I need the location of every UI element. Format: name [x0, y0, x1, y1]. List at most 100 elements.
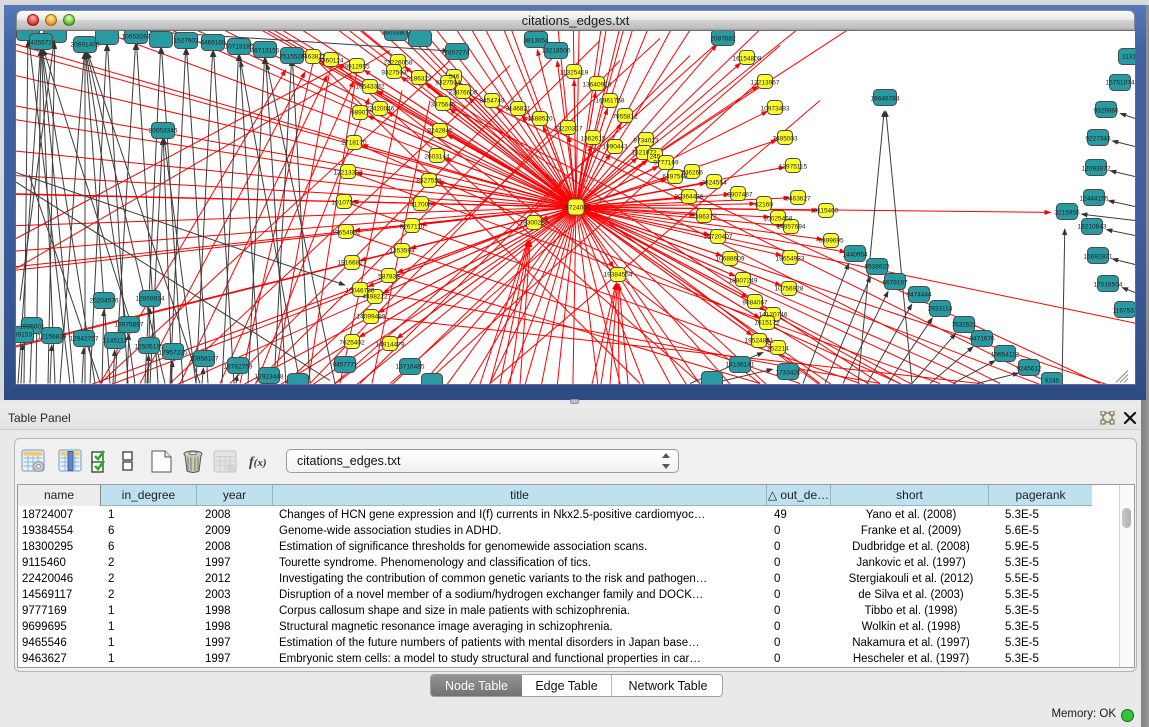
svg-text:6466160: 6466160 [200, 39, 226, 46]
svg-text:16648784: 16648784 [871, 95, 900, 102]
svg-text:9242845: 9242845 [427, 127, 453, 134]
svg-text:8267110: 8267110 [400, 223, 425, 230]
svg-text:9327503: 9327503 [381, 69, 407, 76]
svg-text:10653267: 10653267 [122, 33, 151, 40]
svg-text:7632621: 7632621 [951, 321, 977, 328]
svg-text:15720407: 15720407 [704, 233, 733, 240]
svg-text:12923448: 12923448 [255, 373, 284, 380]
svg-text:19166827: 19166827 [338, 259, 367, 266]
svg-text:f(x): f(x) [249, 455, 267, 470]
svg-text:1353594: 1353594 [389, 247, 415, 254]
svg-text:16210643: 16210643 [1078, 223, 1107, 230]
svg-text:19654952: 19654952 [332, 229, 361, 236]
svg-text:2718170: 2718170 [341, 139, 367, 146]
svg-text:417006: 417006 [410, 201, 432, 208]
svg-text:13640910: 13640910 [583, 81, 612, 88]
svg-text:12093872: 12093872 [1082, 165, 1111, 172]
svg-text:39153: 39153 [16, 331, 32, 338]
svg-text:20204576: 20204576 [90, 297, 119, 304]
svg-text:19975867: 19975867 [115, 321, 144, 328]
svg-text:17957225: 17957225 [159, 349, 188, 356]
svg-text:9245612: 9245612 [1016, 365, 1042, 372]
svg-text:46713155: 46713155 [251, 47, 280, 54]
svg-text:6497568: 6497568 [662, 173, 688, 180]
svg-text:13716485: 13716485 [396, 363, 425, 370]
svg-text:587832: 587832 [378, 273, 400, 280]
svg-text:20364436: 20364436 [675, 193, 704, 200]
svg-text:18807249: 18807249 [729, 277, 758, 284]
svg-text:9227343: 9227343 [1085, 135, 1111, 142]
svg-text:4498222: 4498222 [362, 293, 388, 300]
svg-text:9146821: 9146821 [505, 105, 531, 112]
svg-text:9329966: 9329966 [1093, 107, 1119, 114]
svg-text:10654112: 10654112 [991, 351, 1020, 358]
svg-text:8454749: 8454749 [479, 97, 505, 104]
svg-text:9474444: 9474444 [906, 291, 932, 298]
svg-text:14136141: 14136141 [726, 361, 755, 368]
svg-text:14099489: 14099489 [357, 313, 386, 320]
svg-text:1990443: 1990443 [602, 143, 628, 150]
svg-text:9115460: 9115460 [814, 207, 839, 214]
svg-text:3215955: 3215955 [1054, 209, 1080, 216]
svg-text:10973493: 10973493 [761, 105, 790, 112]
svg-text:252214: 252214 [767, 345, 789, 352]
svg-text:20053346: 20053346 [149, 127, 178, 134]
svg-text:8938923: 8938923 [864, 263, 890, 270]
svg-text:98901: 98901 [351, 109, 369, 116]
svg-text:1440954: 1440954 [842, 251, 868, 258]
svg-text:6679197: 6679197 [882, 279, 908, 286]
svg-text:2933114: 2933114 [928, 305, 953, 312]
svg-text:9327504: 9327504 [435, 79, 461, 86]
svg-text:2087682: 2087682 [710, 35, 736, 42]
svg-text:20691406: 20691406 [71, 41, 100, 48]
svg-text:10958107: 10958107 [190, 355, 219, 362]
svg-text:19524851: 19524851 [745, 337, 774, 344]
svg-text:9777169: 9777169 [653, 159, 679, 166]
svg-text:3824554: 3824554 [701, 179, 727, 186]
svg-text:8912955: 8912955 [344, 63, 370, 70]
svg-text:22420046: 22420046 [366, 105, 395, 112]
svg-text:18300295: 18300295 [520, 219, 549, 226]
svg-text:1615172: 1615172 [754, 319, 780, 326]
svg-text:1935001: 1935001 [19, 323, 45, 330]
svg-text:13220317: 13220317 [554, 125, 583, 132]
svg-text:10688609: 10688609 [716, 255, 745, 262]
svg-text:19384554: 19384554 [604, 271, 633, 278]
svg-text:12942757: 12942757 [70, 335, 99, 342]
svg-text:16961758: 16961758 [596, 97, 625, 104]
svg-text:3875645: 3875645 [430, 101, 456, 108]
svg-text:16543382: 16543382 [356, 83, 385, 90]
svg-text:8427552: 8427552 [416, 177, 442, 184]
svg-text:9734023: 9734023 [633, 137, 659, 144]
svg-text:16154808: 16154808 [733, 55, 762, 62]
svg-text:1131: 1131 [1122, 53, 1135, 60]
svg-text:1145113: 1145113 [103, 337, 128, 344]
svg-text:1588520: 1588520 [527, 115, 553, 122]
svg-text:7625402: 7625402 [339, 339, 365, 346]
svg-text:10807487: 10807487 [724, 191, 753, 198]
svg-text:16782759: 16782759 [224, 363, 253, 370]
svg-text:12213302: 12213302 [334, 169, 363, 176]
svg-text:14120746: 14120746 [759, 311, 788, 318]
svg-text:9463627: 9463627 [785, 195, 811, 202]
svg-text:62160: 62160 [755, 201, 773, 208]
svg-text:9360124: 9360124 [318, 57, 344, 64]
svg-text:8186323: 8186323 [406, 75, 432, 82]
svg-text:16033809: 16033809 [382, 31, 411, 37]
svg-text:23226058: 23226058 [384, 59, 413, 66]
svg-text:7857274: 7857274 [444, 49, 470, 56]
svg-text:1733426: 1733426 [775, 369, 801, 376]
svg-text:11325419: 11325419 [560, 69, 589, 76]
svg-text:9899695: 9899695 [818, 237, 844, 244]
svg-text:7485003: 7485003 [772, 135, 798, 142]
svg-text:10025458: 10025458 [764, 215, 793, 222]
svg-text:12859924: 12859924 [136, 295, 165, 302]
svg-text:9457771: 9457771 [332, 361, 358, 368]
svg-text:10756928: 10756928 [775, 285, 804, 292]
svg-text:1010755: 1010755 [331, 199, 357, 206]
svg-text:2603144: 2603144 [424, 153, 450, 160]
svg-text:14914479: 14914479 [376, 341, 405, 348]
svg-text:23876608: 23876608 [449, 89, 478, 96]
svg-text:10719185: 10719185 [225, 43, 254, 50]
svg-text:12213967: 12213967 [751, 79, 780, 86]
